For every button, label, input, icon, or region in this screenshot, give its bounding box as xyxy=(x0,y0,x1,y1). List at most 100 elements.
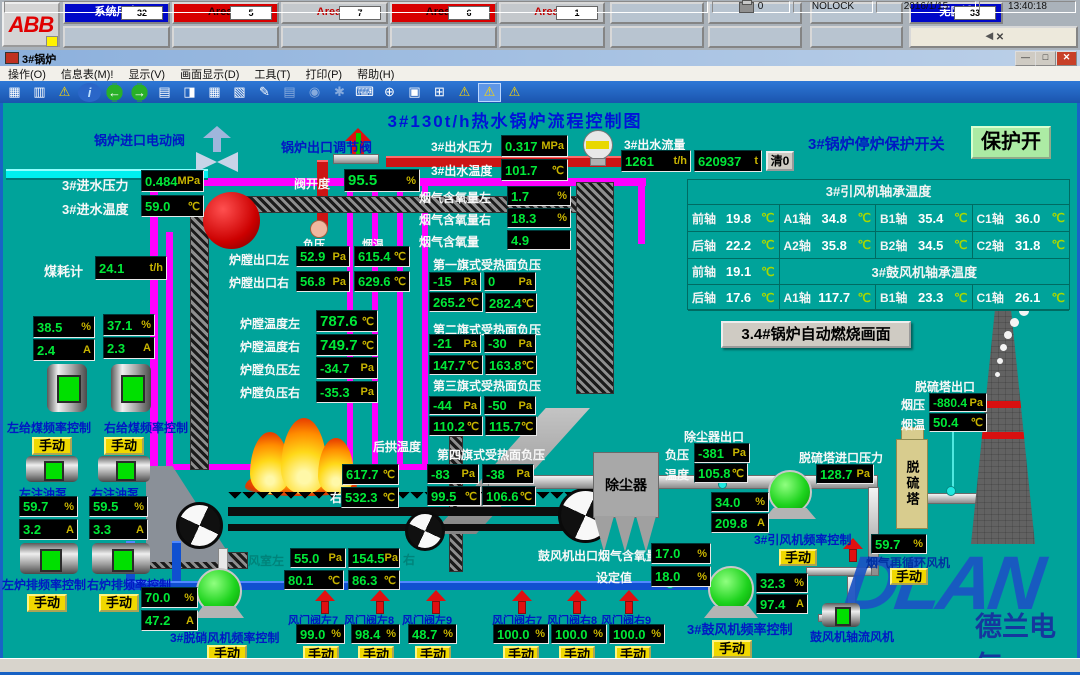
grate-motor-right xyxy=(92,543,150,574)
speaker-muted-icon: ◄✕ xyxy=(983,28,1004,43)
trend-doc-icon[interactable]: ▧ xyxy=(228,83,251,102)
menu-display[interactable]: 画面显示(D) xyxy=(180,66,239,82)
nav-forward-icon[interactable]: → xyxy=(128,83,151,102)
alarm-page-icon[interactable]: ⚠ xyxy=(453,83,476,102)
sensor-dot xyxy=(946,486,956,496)
auto-combustion-button[interactable]: 3.4#锅炉自动燃烧画面 xyxy=(721,321,911,348)
menu-help[interactable]: 帮助(H) xyxy=(357,66,394,82)
flow-total-value: 620937t xyxy=(694,150,762,172)
network-icon[interactable]: ◉ xyxy=(303,83,326,102)
pass3-p2: -50Pa xyxy=(484,396,536,415)
outlet-valve-label: 锅炉出口调节阀 xyxy=(281,137,372,156)
forced-draft-fan-pump xyxy=(708,566,754,612)
edit-note-icon[interactable]: ✎ xyxy=(253,83,276,102)
inlet-temp-label: 3#进水温度 xyxy=(62,199,128,218)
windows-cascade-icon[interactable]: ▣ xyxy=(403,83,426,102)
furnace-outlet-left-pressure: 52.9Pa xyxy=(296,246,350,267)
furnace-negpress-left-label: 炉膛负压左 xyxy=(240,361,300,378)
alarm-ack-icon[interactable]: ⚠ xyxy=(503,83,526,102)
area-cell-empty xyxy=(172,26,279,48)
chart-add-icon[interactable]: ⊕ xyxy=(378,83,401,102)
alarm-active-icon[interactable]: ⚠ xyxy=(478,83,501,102)
coal-meter-label: 煤耗计 xyxy=(44,261,83,280)
inlet-valve-stem xyxy=(213,138,221,152)
area-cell-empty xyxy=(63,26,170,48)
damper-l7-value: 99.0% xyxy=(296,624,345,644)
outlet-flow-value: 1261t/h xyxy=(621,150,691,172)
info-icon[interactable]: i xyxy=(78,83,101,102)
blower-manual-button[interactable]: 手动 xyxy=(712,640,752,658)
view-grid-icon[interactable]: ▦ xyxy=(3,83,26,102)
area-cell-empty xyxy=(708,26,802,48)
desulf-yp-value: -880.4Pa xyxy=(929,393,987,412)
oil-pump-motor-right xyxy=(98,456,150,482)
o2-right-value: 18.3% xyxy=(507,208,571,228)
grate-left-ctrl-label: 左炉排频率控制 xyxy=(2,576,86,593)
mute-button[interactable]: ◄✕ xyxy=(909,26,1078,48)
menu-tools[interactable]: 工具(T) xyxy=(254,66,290,82)
menu-bar: 操作(O) 信息表(M)! 显示(V) 画面显示(D) 工具(T) 打印(P) … xyxy=(0,66,1080,81)
alarm-warning-icon[interactable]: ⚠ xyxy=(53,83,76,102)
area-cell-empty xyxy=(610,26,704,48)
recirc-pct: 59.7% xyxy=(871,534,927,554)
inlet-temp-value: 59.0℃ xyxy=(141,195,204,217)
pass1-label: 第一旗式受热面负压 xyxy=(433,256,541,273)
oil-right-pct: 59.5% xyxy=(89,496,148,517)
pump-pedestal xyxy=(194,606,244,618)
windows-tile-icon[interactable]: ⊞ xyxy=(428,83,451,102)
display-doc-icon[interactable]: ▤ xyxy=(278,83,301,102)
recirc-manual-button[interactable]: 手动 xyxy=(890,568,928,585)
grate-right-manual-button[interactable]: 手动 xyxy=(99,594,139,612)
spreadsheet-icon[interactable]: ▦ xyxy=(203,83,226,102)
table-cell: B1轴23.3℃ xyxy=(876,285,973,311)
o2-total-value: 4.9 xyxy=(507,230,571,250)
grate-left-manual-button[interactable]: 手动 xyxy=(27,594,67,612)
smoke-dot xyxy=(1010,318,1019,327)
printer-status-panel: 0 xyxy=(712,1,790,13)
pass3-p1: -44Pa xyxy=(429,396,481,415)
inlet-valve-label: 锅炉进口电动阀 xyxy=(94,130,185,149)
outlet-pressure-label: 3#出水压力 xyxy=(431,138,492,155)
maximize-button[interactable]: □ xyxy=(1035,51,1056,66)
induced-amp: 209.8A xyxy=(711,513,769,533)
settings-icon[interactable]: ✱ xyxy=(328,83,351,102)
axial-fan-motor xyxy=(822,603,860,627)
dust-np-label: 负压 xyxy=(665,446,689,463)
blower-o2-value: 17.0% xyxy=(651,543,711,564)
keyboard-icon[interactable]: ⌨ xyxy=(353,83,376,102)
workspace-icon[interactable]: ▥ xyxy=(28,83,51,102)
nav-back-icon[interactable]: ← xyxy=(103,83,126,102)
denox-ctrl-label: 3#脱硝风机频率控制 xyxy=(170,629,279,646)
valve-opening-label: 阀开度 xyxy=(294,175,330,192)
pass3-t2: 115.7℃ xyxy=(485,416,537,436)
menu-print[interactable]: 打印(P) xyxy=(305,66,342,82)
protection-on-button[interactable]: 保护开 xyxy=(971,126,1051,159)
minimize-button[interactable]: — xyxy=(1015,51,1036,66)
pass4-t2: 106.6℃ xyxy=(482,486,536,506)
printer-icon xyxy=(739,2,754,13)
area-cell-empty xyxy=(390,26,497,48)
table-cell: B2轴34.5℃ xyxy=(876,232,973,259)
report-doc-icon[interactable]: ▤ xyxy=(153,83,176,102)
windbox-left-temp: 80.1℃ xyxy=(284,570,344,590)
close-button[interactable]: ✕ xyxy=(1056,51,1077,66)
window-title-bar xyxy=(0,50,1080,66)
menu-view[interactable]: 显示(V) xyxy=(128,66,165,82)
clear-total-button[interactable]: 清0 xyxy=(766,151,794,171)
feeder-left-manual-button[interactable]: 手动 xyxy=(32,437,72,455)
table-cell: C2轴31.8℃ xyxy=(973,232,1069,259)
graphic-display-icon[interactable]: ◨ xyxy=(178,83,201,102)
menu-info-table[interactable]: 信息表(M)! xyxy=(61,66,114,82)
table-cell: 前轴19.8℃ xyxy=(688,205,780,232)
menu-operate[interactable]: 操作(O) xyxy=(8,66,46,82)
o2-total-label: 烟气含氧量 xyxy=(419,233,479,250)
bearing-temp-table: 3#引风机轴承温度 前轴19.8℃ A1轴34.8℃ B1轴35.4℃ C1轴3… xyxy=(687,179,1070,310)
furnace-temp-right-value: 749.7℃ xyxy=(316,334,378,356)
feeder-right-manual-button[interactable]: 手动 xyxy=(104,437,144,455)
table-cell: 前轴19.1℃ xyxy=(688,259,780,285)
damper-r8-value: 100.0% xyxy=(551,624,607,644)
damper-l9-value: 48.7% xyxy=(408,624,457,644)
date-panel: 2016/1/15 xyxy=(876,1,976,13)
induced-manual-button[interactable]: 手动 xyxy=(779,549,817,566)
pass4-t1: 99.5℃ xyxy=(427,486,481,506)
